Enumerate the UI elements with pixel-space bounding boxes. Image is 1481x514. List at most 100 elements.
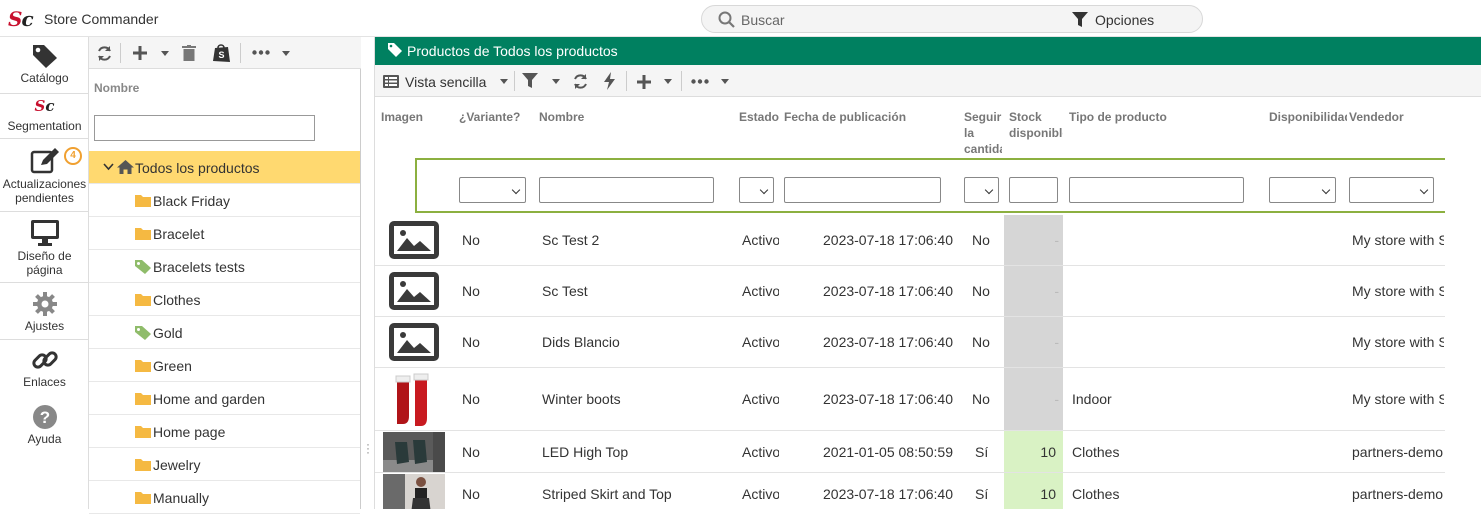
column-header-disponibilidad[interactable]: Disponibilidad [1269, 109, 1347, 125]
chevron-down-icon[interactable] [721, 79, 729, 84]
seguir-filter-select[interactable] [964, 177, 999, 203]
tree-item[interactable]: Bracelet [89, 217, 360, 250]
more-icon[interactable] [691, 79, 709, 84]
tree-item-todos[interactable]: Todos los productos [89, 151, 360, 184]
cell-stock: - [1054, 334, 1059, 350]
column-header-nombre[interactable]: Nombre [539, 109, 719, 125]
nav-item-enlaces[interactable]: Enlaces [0, 347, 89, 389]
fecha-filter-input[interactable] [784, 177, 941, 203]
nav-label: Actualizaciones pendientes [2, 177, 87, 205]
nav-item-diseno[interactable]: Diseño de página [0, 219, 89, 277]
nav-item-catalogo[interactable]: Catálogo [0, 43, 89, 85]
chevron-down-icon[interactable] [161, 51, 169, 56]
cell-fecha: 2023-07-18 17:06:40 [823, 232, 953, 248]
table-row[interactable]: No Striped Skirt and Top Activo 2023-07-… [375, 473, 1445, 509]
cell-tipo: Indoor [1072, 391, 1112, 407]
column-header-vendedor[interactable]: Vendedor [1349, 109, 1439, 125]
view-selector[interactable]: Vista sencilla [405, 74, 486, 90]
folder-icon [135, 294, 151, 306]
column-header-variante[interactable]: ¿Variante? [459, 109, 531, 125]
products-grid: Imagen ¿Variante? Nombre Estado Fecha de… [375, 97, 1445, 509]
chevron-down-icon[interactable] [282, 51, 290, 56]
stock-filter-input[interactable] [1009, 177, 1058, 203]
refresh-icon[interactable] [572, 73, 589, 90]
chevron-down-icon[interactable] [500, 79, 508, 84]
tree-item-label: Bracelet [153, 226, 205, 242]
column-header-seguir[interactable]: Seguir la cantidad [964, 109, 1002, 157]
column-header-estado[interactable]: Estado [739, 109, 781, 125]
table-row[interactable]: No Sc Test Activo 2023-07-18 17:06:40 No… [375, 266, 1445, 317]
options-button[interactable]: Opciones [1095, 12, 1154, 28]
chevron-down-icon[interactable] [664, 79, 672, 84]
tree-item-label: Manually [153, 490, 210, 506]
trash-icon[interactable] [182, 45, 196, 61]
lightning-icon[interactable] [604, 72, 615, 90]
app-logo[interactable]: Sc [8, 7, 34, 31]
disponibilidad-filter-select[interactable] [1269, 177, 1336, 203]
cell-nombre: Dids Blancio [542, 334, 620, 350]
column-header-imagen[interactable]: Imagen [381, 109, 441, 125]
category-filter-input[interactable] [94, 115, 315, 141]
boots-image [393, 372, 437, 428]
more-icon[interactable] [252, 50, 270, 55]
column-header-fecha[interactable]: Fecha de publicación [784, 109, 954, 125]
cell-fecha: 2023-07-18 17:06:40 [823, 334, 953, 350]
cell-stock: - [1054, 232, 1059, 248]
tree-item[interactable]: Black Friday [89, 184, 360, 217]
category-panel: S Nombre Todos los productos Black Frida… [89, 37, 361, 514]
nav-item-ajustes[interactable]: Ajustes [0, 291, 89, 333]
cell-vendedor: partners-demo [1352, 486, 1444, 502]
tree-item[interactable]: Home page [89, 415, 360, 448]
estado-filter-select[interactable] [739, 177, 774, 203]
column-header-tipo[interactable]: Tipo de producto [1069, 109, 1259, 125]
nav-item-ayuda[interactable]: ? Ayuda [0, 404, 89, 446]
vendedor-filter-select[interactable] [1349, 177, 1434, 203]
image-placeholder-icon [389, 323, 439, 361]
svg-text:?: ? [39, 408, 49, 427]
nav-item-segmentation[interactable]: Sc Segmentation [0, 99, 89, 134]
search-icon [718, 11, 735, 28]
products-rows: No Sc Test 2 Activo 2023-07-18 17:06:40 … [375, 215, 1445, 509]
global-search[interactable]: Buscar Opciones [701, 5, 1203, 33]
tipo-filter-input[interactable] [1069, 177, 1244, 203]
table-row[interactable]: No LED High Top Activo 2021-01-05 08:50:… [375, 431, 1445, 473]
add-icon[interactable] [636, 74, 652, 90]
tree-item[interactable]: Green [89, 349, 360, 382]
add-icon[interactable] [132, 45, 148, 61]
chevron-down-icon[interactable] [103, 163, 114, 171]
shopify-icon[interactable]: S [213, 43, 230, 62]
cell-estado: Activo [742, 486, 779, 502]
column-header-stock[interactable]: Stock disponible [1009, 109, 1063, 141]
table-row[interactable]: No Winter boots Activo 2023-07-18 17:06:… [375, 368, 1445, 431]
nav-label: Diseño de página [17, 249, 72, 277]
monitor-icon [30, 220, 59, 246]
variante-filter-select[interactable] [459, 177, 526, 203]
filter-icon[interactable] [1072, 12, 1088, 28]
panel-splitter[interactable]: · · · [361, 37, 375, 509]
cell-seguir: No [972, 334, 990, 350]
refresh-icon[interactable] [96, 45, 113, 62]
tree-item[interactable]: Jewelry [89, 448, 360, 481]
tree-item-label: Todos los productos [135, 160, 260, 176]
cell-stock: 10 [1040, 486, 1056, 502]
nombre-filter-input[interactable] [539, 177, 714, 203]
cell-variante: No [462, 391, 480, 407]
filter-icon[interactable] [522, 73, 538, 89]
cell-estado: Activo [742, 232, 779, 248]
cell-fecha: 2021-01-05 08:50:59 [823, 444, 953, 460]
cell-estado: Activo [742, 283, 779, 299]
tree-item[interactable]: Clothes [89, 283, 360, 316]
products-panel: Productos de Todos los productos Vista s… [375, 37, 1481, 509]
tree-item[interactable]: Gold [89, 316, 360, 349]
list-view-icon[interactable] [383, 75, 399, 88]
chevron-down-icon[interactable] [552, 79, 560, 84]
tree-item[interactable]: Manually [89, 481, 360, 514]
tree-item-label: Clothes [153, 292, 201, 308]
table-row[interactable]: No Dids Blancio Activo 2023-07-18 17:06:… [375, 317, 1445, 368]
category-tree: Todos los productos Black Friday Bracele… [89, 151, 360, 514]
tree-item[interactable]: Home and garden [89, 382, 360, 415]
cell-estado: Activo [742, 391, 779, 407]
table-row[interactable]: No Sc Test 2 Activo 2023-07-18 17:06:40 … [375, 215, 1445, 266]
cell-nombre: Sc Test [542, 283, 588, 299]
tree-item[interactable]: Bracelets tests [89, 250, 360, 283]
